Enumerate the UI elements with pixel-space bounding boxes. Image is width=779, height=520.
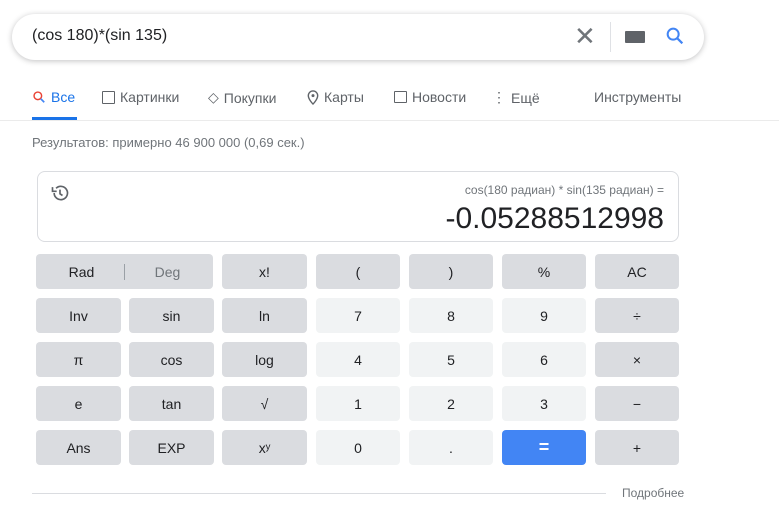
tab-label: Покупки	[223, 89, 277, 106]
keyboard-icon[interactable]	[625, 31, 645, 43]
tab-more[interactable]: ⋮ Ещё	[492, 89, 540, 106]
sqrt-button[interactable]: √	[222, 386, 307, 421]
map-pin-icon	[307, 89, 319, 105]
factorial-button[interactable]: x!	[222, 254, 307, 289]
search-icon[interactable]	[664, 25, 686, 47]
tab-maps[interactable]: Карты	[307, 89, 364, 105]
close-icon[interactable]: ✕	[574, 23, 596, 49]
power-button[interactable]: xʸ	[222, 430, 307, 465]
tools-button[interactable]: Инструменты	[594, 89, 681, 105]
tab-label: Новости	[412, 89, 467, 105]
digit-0-button[interactable]: 0	[316, 430, 400, 465]
digit-6-button[interactable]: 6	[502, 342, 586, 377]
divide-button[interactable]: ÷	[595, 298, 679, 333]
tab-shopping[interactable]: ◇ Покупки	[208, 89, 276, 106]
inverse-button[interactable]: Inv	[36, 298, 121, 333]
ln-button[interactable]: ln	[222, 298, 307, 333]
tag-icon: ◇	[208, 89, 219, 105]
digit-9-button[interactable]: 9	[502, 298, 586, 333]
tab-label: Карты	[324, 89, 364, 105]
history-icon[interactable]	[50, 183, 70, 203]
sin-button[interactable]: sin	[129, 298, 214, 333]
euler-button[interactable]: e	[36, 386, 121, 421]
rad-button[interactable]: Rad	[39, 264, 124, 280]
decimal-button[interactable]: .	[409, 430, 493, 465]
result-stats: Результатов: примерно 46 900 000 (0,69 с…	[32, 135, 305, 150]
log-button[interactable]: log	[222, 342, 307, 377]
close-paren-button[interactable]: )	[409, 254, 493, 289]
more-vert-icon: ⋮	[492, 89, 506, 105]
tab-images[interactable]: Картинки	[102, 89, 179, 105]
percent-button[interactable]: %	[502, 254, 586, 289]
search-input[interactable]: (cos 180)*(sin 135)	[32, 27, 167, 45]
tan-button[interactable]: tan	[129, 386, 214, 421]
digit-8-button[interactable]: 8	[409, 298, 493, 333]
tab-label: Картинки	[120, 89, 180, 105]
exp-button[interactable]: EXP	[129, 430, 214, 465]
calculator-display: cos(180 радиан) * sin(135 радиан) = -0.0…	[37, 171, 679, 242]
answer-button[interactable]: Ans	[36, 430, 121, 465]
image-icon	[102, 90, 115, 104]
divider	[0, 120, 779, 121]
open-paren-button[interactable]: (	[316, 254, 400, 289]
equals-button[interactable]: =	[502, 430, 586, 465]
multiply-button[interactable]: ×	[595, 342, 679, 377]
calc-result: -0.05288512998	[445, 202, 664, 235]
tab-label: Ещё	[511, 89, 540, 106]
deg-button[interactable]: Deg	[125, 264, 210, 280]
pi-button[interactable]: π	[36, 342, 121, 377]
more-info-link[interactable]: Подробнее	[622, 486, 684, 500]
search-box[interactable]: (cos 180)*(sin 135) ✕	[12, 14, 704, 60]
plus-button[interactable]: +	[595, 430, 679, 465]
rad-deg-toggle[interactable]: Rad Deg	[36, 254, 213, 289]
search-icon	[33, 91, 45, 103]
minus-button[interactable]: −	[595, 386, 679, 421]
tab-label: Все	[51, 89, 76, 105]
tab-all[interactable]: Все	[32, 89, 75, 105]
tab-news[interactable]: Новости	[394, 89, 466, 105]
digit-2-button[interactable]: 2	[409, 386, 493, 421]
digit-7-button[interactable]: 7	[316, 298, 400, 333]
digit-4-button[interactable]: 4	[316, 342, 400, 377]
divider	[32, 493, 606, 494]
digit-5-button[interactable]: 5	[409, 342, 493, 377]
all-clear-button[interactable]: AC	[595, 254, 679, 289]
calc-expression: cos(180 радиан) * sin(135 радиан) =	[464, 183, 664, 197]
divider	[610, 22, 611, 52]
digit-3-button[interactable]: 3	[502, 386, 586, 421]
cos-button[interactable]: cos	[129, 342, 214, 377]
digit-1-button[interactable]: 1	[316, 386, 400, 421]
news-icon	[394, 91, 407, 103]
